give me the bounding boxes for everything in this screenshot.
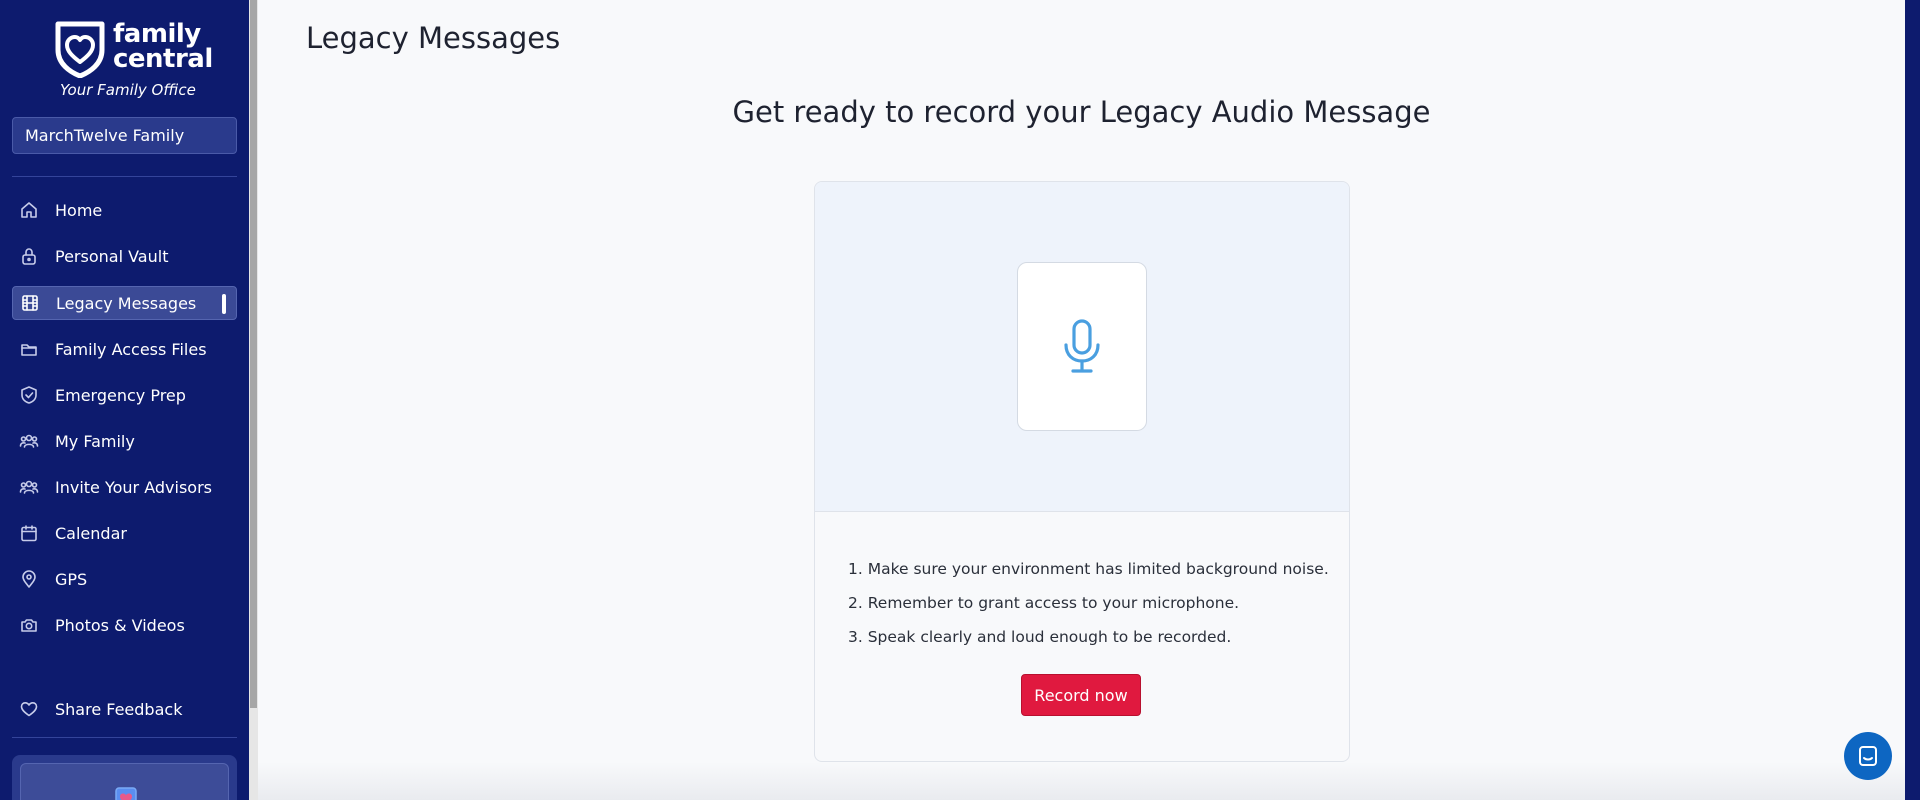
record-now-button[interactable]: Record now	[1021, 674, 1141, 716]
sidebar-item-gps[interactable]: GPS	[12, 562, 237, 596]
sidebar-item-label: Emergency Prep	[55, 385, 186, 405]
active-indicator	[222, 294, 226, 314]
sidebar-item-label: Calendar	[55, 523, 127, 543]
brand-name: family central	[113, 21, 213, 74]
sidebar-item-my-family[interactable]: My Family	[12, 424, 237, 458]
map-pin-icon	[18, 568, 40, 590]
heart-icon	[18, 698, 40, 720]
lock-icon	[18, 245, 40, 267]
calendar-icon	[18, 522, 40, 544]
instructions-list: 1. Make sure your environment has limite…	[848, 559, 1329, 661]
instruction-item: 1. Make sure your environment has limite…	[848, 560, 1329, 578]
instruction-item: 2. Remember to grant access to your micr…	[848, 594, 1240, 612]
sidebar-item-label: Share Feedback	[55, 699, 183, 719]
sidebar-item-emergency-prep[interactable]: Emergency Prep	[12, 378, 237, 412]
bottom-fade	[258, 762, 1905, 800]
sidebar-item-label: Home	[55, 200, 103, 220]
sidebar-item-personal-vault[interactable]: Personal Vault	[12, 239, 237, 273]
sidebar-divider	[12, 176, 237, 177]
sidebar: family central Your Family Office MarchT…	[0, 0, 249, 800]
brand-name-line2: central	[113, 44, 213, 74]
sidebar-item-label: Legacy Messages	[56, 293, 197, 313]
sidebar-item-label: Invite Your Advisors	[55, 477, 212, 497]
record-card-preview	[815, 182, 1349, 512]
sidebar-item-family-access-files[interactable]: Family Access Files	[12, 332, 237, 366]
sidebar-item-home[interactable]: Home	[12, 193, 237, 227]
right-edge-strip	[1905, 0, 1920, 800]
sidebar-item-label: Photos & Videos	[55, 615, 185, 635]
sidebar-item-calendar[interactable]: Calendar	[12, 516, 237, 550]
record-card: 1. Make sure your environment has limite…	[814, 181, 1350, 762]
sidebar-divider	[12, 737, 237, 738]
sidebar-item-label: Family Access Files	[55, 339, 207, 359]
shield-check-icon	[18, 384, 40, 406]
logo-shield-heart-icon	[55, 21, 105, 78]
family-selector[interactable]: MarchTwelve Family	[12, 117, 237, 154]
sidebar-item-label: Personal Vault	[55, 246, 169, 266]
app-heart-icon	[115, 787, 137, 800]
share-feedback-link[interactable]: Share Feedback	[12, 692, 237, 726]
users-icon	[18, 430, 40, 452]
users-plus-icon	[18, 476, 40, 498]
promo-card-inner	[20, 763, 229, 800]
chat-icon	[1859, 746, 1877, 766]
microphone-icon	[1064, 318, 1100, 373]
sidebar-item-invite-advisors[interactable]: Invite Your Advisors	[12, 470, 237, 504]
brand-logo[interactable]: family central Your Family Office	[52, 20, 213, 102]
brand-tagline: Your Family Office	[60, 81, 196, 99]
folder-icon	[18, 338, 40, 360]
main-content: Legacy Messages Get ready to record your…	[258, 0, 1905, 800]
promo-card[interactable]	[12, 755, 237, 800]
record-heading: Get ready to record your Legacy Audio Me…	[732, 95, 1431, 129]
camera-icon	[18, 614, 40, 636]
chat-support-button[interactable]	[1844, 732, 1892, 780]
sidebar-item-label: My Family	[55, 431, 135, 451]
sidebar-item-photos-videos[interactable]: Photos & Videos	[12, 608, 237, 642]
instruction-item: 3. Speak clearly and loud enough to be r…	[848, 628, 1232, 646]
sidebar-item-legacy-messages[interactable]: Legacy Messages	[12, 286, 237, 320]
sidebar-scrollbar-thumb[interactable]	[250, 0, 257, 708]
film-icon	[19, 292, 41, 314]
page-title: Legacy Messages	[306, 21, 561, 55]
microphone-tile	[1017, 262, 1147, 431]
sidebar-item-label: GPS	[55, 569, 88, 589]
home-icon	[18, 199, 40, 221]
